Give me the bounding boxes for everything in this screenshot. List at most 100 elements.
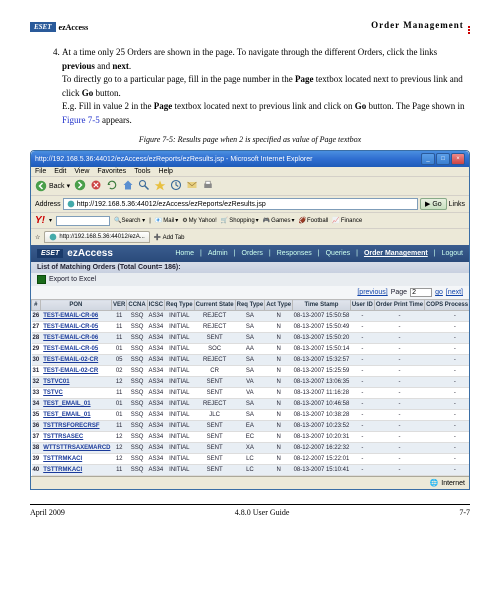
pon-link[interactable]: TEST_EMAIL_01	[40, 410, 111, 421]
column-header[interactable]: Current State	[194, 300, 235, 311]
reqtype2: LC	[235, 465, 265, 476]
state: SENT	[194, 432, 235, 443]
go-button[interactable]: ▶ Go	[420, 198, 447, 210]
timestamp: 08-13-2007 15:50:20	[293, 333, 351, 344]
pon-link[interactable]: TSTTRMKACI	[40, 465, 111, 476]
userid: -	[350, 322, 374, 333]
close-button[interactable]: ×	[451, 153, 465, 165]
pon-link[interactable]: TEST-EMAIL-CR-05	[40, 322, 111, 333]
previous-link[interactable]: [previous]	[357, 289, 387, 296]
yahoo-football-link[interactable]: 🏈Football	[299, 217, 329, 224]
ver: 12	[112, 454, 127, 465]
links-label[interactable]: Links	[449, 201, 465, 208]
nav-logout[interactable]: Logout	[442, 250, 463, 257]
pon-link[interactable]: TEST-EMAIL-CR-05	[40, 344, 111, 355]
copstime: -	[425, 410, 470, 421]
excel-icon[interactable]	[37, 275, 46, 284]
userid: -	[350, 344, 374, 355]
export-link[interactable]: Export to Excel	[49, 276, 96, 283]
yahoo-mail-link[interactable]: 📧Mail▾	[155, 217, 179, 224]
reqtype2: SA	[235, 399, 265, 410]
column-header[interactable]: CCNA	[127, 300, 147, 311]
pon-link[interactable]: TEST-EMAIL-CR-06	[40, 333, 111, 344]
column-header[interactable]: #	[32, 300, 41, 311]
nav-queries[interactable]: Queries	[326, 250, 351, 257]
pon-link[interactable]: TSTTRSASEC	[40, 432, 111, 443]
state: REJECT	[194, 311, 235, 322]
yahoo-shopping-link[interactable]: 🛒Shopping▾	[221, 217, 259, 224]
copstime: -	[425, 465, 470, 476]
stop-icon[interactable]	[90, 179, 102, 193]
nav-order-management[interactable]: Order Management	[364, 250, 428, 257]
column-header[interactable]: VER	[112, 300, 127, 311]
pon-link[interactable]: TEST-EMAIL-02-CR	[40, 355, 111, 366]
favorites-icon[interactable]	[154, 179, 166, 193]
column-header[interactable]: ICSC	[147, 300, 164, 311]
nav-home[interactable]: Home	[175, 250, 194, 257]
pon-link[interactable]: TSTTRMKACI	[40, 454, 111, 465]
go-link[interactable]: go	[435, 289, 443, 296]
mail-icon[interactable]	[186, 179, 198, 193]
yahoo-games-link[interactable]: 🎮Games▾	[263, 217, 295, 224]
page-footer: April 2009 4.8.0 User Guide 7-7	[30, 504, 470, 517]
menu-file[interactable]: File	[35, 168, 46, 175]
maximize-button[interactable]: □	[436, 153, 450, 165]
pon-link[interactable]: TSTVC	[40, 388, 111, 399]
nav-responses[interactable]: Responses	[277, 250, 312, 257]
timestamp: 08-12-2007 15:22:01	[293, 454, 351, 465]
timestamp: 08-13-2007 10:20:31	[293, 432, 351, 443]
history-icon[interactable]	[170, 179, 182, 193]
menu-edit[interactable]: Edit	[54, 168, 66, 175]
refresh-icon[interactable]	[106, 179, 118, 193]
reqtype: INITIAL	[165, 432, 195, 443]
back-button[interactable]: Back ▾	[35, 180, 70, 192]
pon-link[interactable]: TSTVC01	[40, 377, 111, 388]
printtime: -	[374, 443, 424, 454]
favorites-star-icon[interactable]: ☆	[35, 234, 40, 241]
next-link[interactable]: [next]	[446, 289, 463, 296]
print-icon[interactable]	[202, 179, 214, 193]
add-tab-button[interactable]: ➕ Add Tab	[154, 234, 185, 241]
pon-link[interactable]: TEST_EMAIL_01	[40, 399, 111, 410]
menu-tools[interactable]: Tools	[134, 168, 150, 175]
menu-view[interactable]: View	[74, 168, 89, 175]
userid: -	[350, 432, 374, 443]
yahoo-finance-link[interactable]: 📈Finance	[332, 217, 362, 224]
menu-favorites[interactable]: Favorites	[97, 168, 126, 175]
nav-orders[interactable]: Orders	[242, 250, 263, 257]
reqtype2: SA	[235, 322, 265, 333]
internet-zone-icon: 🌐	[430, 479, 439, 487]
pon-link[interactable]: WTTSTTRSAXEMARCD	[40, 443, 111, 454]
yahoo-search-input[interactable]	[56, 216, 110, 226]
column-header[interactable]: Time Stamp	[293, 300, 351, 311]
row-num: 31	[32, 366, 41, 377]
browser-tab[interactable]: http://192.168.5.36:44012/ezA...	[44, 231, 149, 243]
userid: -	[350, 410, 374, 421]
column-header[interactable]: Req Type	[165, 300, 195, 311]
home-icon[interactable]	[122, 179, 134, 193]
column-header[interactable]: Act Type	[265, 300, 293, 311]
copstime: -	[425, 399, 470, 410]
minimize-button[interactable]: _	[421, 153, 435, 165]
ver: 11	[112, 421, 127, 432]
page-input[interactable]	[410, 288, 432, 297]
column-header[interactable]: Req Type	[235, 300, 265, 311]
nav-admin[interactable]: Admin	[208, 250, 228, 257]
pon-link[interactable]: TSTTRSFORECRSF	[40, 421, 111, 432]
address-input[interactable]: http://192.168.5.36:44012/ezAccess/ezRep…	[63, 198, 418, 210]
reqtype: INITIAL	[165, 465, 195, 476]
column-header[interactable]: User ID	[350, 300, 374, 311]
column-header[interactable]: Order Print Time	[374, 300, 424, 311]
forward-button[interactable]	[74, 179, 86, 193]
search-icon[interactable]	[138, 179, 150, 193]
state: CR	[194, 366, 235, 377]
menu-help[interactable]: Help	[159, 168, 173, 175]
yahoo-search-button[interactable]: 🔍Search ▾	[114, 217, 145, 224]
pon-link[interactable]: TEST-EMAIL-CR-06	[40, 311, 111, 322]
pon-link[interactable]: TEST-EMAIL-02-CR	[40, 366, 111, 377]
column-header[interactable]: PON	[40, 300, 111, 311]
table-row: 34TEST_EMAIL_0101SSQAS34INITIALREJECTSAN…	[32, 399, 471, 410]
yahoo-myyahoo-link[interactable]: ⚙My Yahoo!	[182, 217, 217, 224]
ver: 01	[112, 410, 127, 421]
column-header[interactable]: COPS Process Time	[425, 300, 470, 311]
